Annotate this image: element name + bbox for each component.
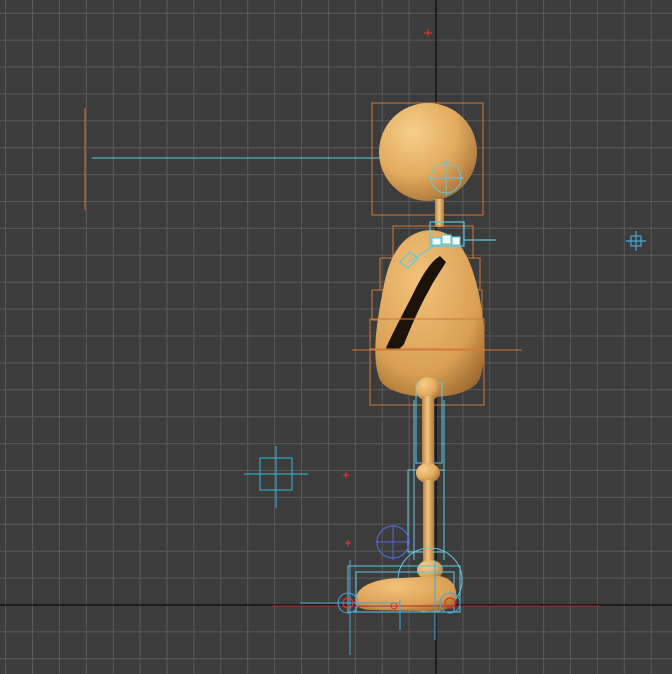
neck[interactable]	[435, 199, 444, 227]
target-icon[interactable]	[424, 29, 432, 37]
viewport-canvas[interactable]	[0, 0, 672, 674]
calf[interactable]	[423, 480, 434, 566]
crosshair-icon[interactable]	[244, 446, 308, 508]
3d-viewport[interactable]	[0, 0, 672, 674]
target-marker-1[interactable]	[343, 472, 349, 478]
small-crosshair-icon[interactable]	[626, 231, 646, 251]
head[interactable]	[379, 103, 477, 201]
viewport-grid	[0, 0, 672, 674]
target-marker-2[interactable]	[345, 540, 351, 546]
thigh[interactable]	[422, 396, 434, 466]
